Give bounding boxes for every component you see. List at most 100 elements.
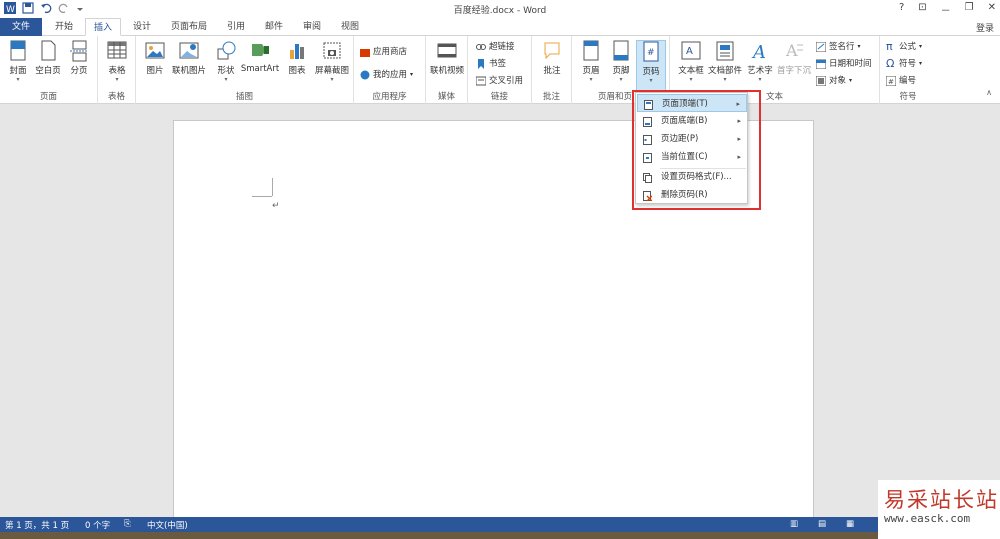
smartart-button[interactable]: SmartArt	[240, 40, 280, 74]
link-icon	[476, 42, 486, 52]
video-icon	[437, 40, 457, 62]
group-illustrations: 图片 联机图片 形状 ▾ SmartArt 图表 屏幕截图 ▾ 插图	[136, 36, 354, 104]
dropcap-icon: A	[784, 40, 804, 62]
tab-design[interactable]: 设计	[126, 18, 158, 36]
my-apps-button[interactable]: 我的应用 ▾	[360, 69, 413, 81]
bookmark-button[interactable]: 书签	[476, 58, 506, 70]
chart-icon	[287, 40, 307, 62]
wordart-icon: A	[750, 40, 770, 63]
comment-icon	[542, 40, 562, 62]
group-label-comments: 批注	[542, 92, 560, 102]
group-label-pages: 页面	[39, 92, 57, 102]
number-button[interactable]: # 编号	[885, 75, 916, 87]
page-break-button[interactable]: 分页	[64, 40, 94, 76]
help-button[interactable]: ?	[899, 2, 904, 17]
online-picture-button[interactable]: 联机图片	[169, 40, 209, 76]
group-label-apps: 应用程序	[372, 92, 407, 102]
collapse-ribbon-icon[interactable]: ∧	[986, 88, 992, 97]
group-label-illustrations: 插图	[235, 92, 253, 102]
status-language[interactable]: 中文(中国)	[147, 519, 188, 531]
tab-view[interactable]: 视图	[334, 18, 366, 36]
online-video-button[interactable]: 联机视频	[428, 40, 466, 76]
group-label-links: 链接	[490, 92, 508, 102]
dropcap-button[interactable]: A 首字下沉	[774, 40, 814, 76]
tab-review[interactable]: 审阅	[296, 18, 328, 36]
read-mode-icon[interactable]: ▥	[790, 519, 798, 529]
print-layout-icon[interactable]: ▤	[818, 519, 826, 529]
group-label-media: 媒体	[437, 92, 455, 102]
picture-icon	[145, 40, 165, 62]
pi-icon: π	[886, 40, 893, 53]
document-area[interactable]: ↵	[0, 105, 1000, 520]
cover-page-icon	[8, 40, 28, 62]
tab-home[interactable]: 开始	[48, 18, 80, 36]
textbox-icon: A	[681, 40, 701, 62]
tab-file[interactable]: 文件	[0, 18, 42, 36]
omega-icon: Ω	[886, 57, 895, 70]
status-word-count[interactable]: 0 个字	[85, 519, 110, 531]
page-break-icon	[69, 40, 89, 62]
svg-text:A: A	[686, 46, 693, 57]
footer-button[interactable]: 页脚 ▾	[606, 40, 636, 83]
cross-reference-button[interactable]: 交叉引用	[475, 75, 523, 87]
app-store-button[interactable]: 应用商店	[360, 46, 407, 58]
screenshot-button[interactable]: 屏幕截图 ▾	[312, 40, 352, 83]
signature-line-button[interactable]: 签名行 ▾	[815, 41, 861, 53]
quick-parts-icon	[715, 40, 735, 62]
svg-text:A: A	[785, 41, 798, 60]
group-label-symbols: 符号	[899, 92, 917, 102]
status-page-count[interactable]: 第 1 页，共 1 页	[5, 519, 69, 531]
header-button[interactable]: 页眉 ▾	[576, 40, 606, 83]
tab-references[interactable]: 引用	[220, 18, 252, 36]
cross-reference-icon	[475, 76, 487, 86]
sign-in-link[interactable]: 登录	[976, 21, 994, 34]
group-apps: 应用商店 我的应用 ▾ 应用程序	[354, 36, 426, 104]
object-icon	[815, 75, 827, 87]
hyperlink-button[interactable]: 超链接	[476, 41, 515, 53]
crop-mark-vertical	[272, 178, 273, 196]
picture-button[interactable]: 图片	[140, 40, 170, 76]
header-icon	[581, 40, 601, 62]
window-controls: ? ⊡ － ❐ ✕	[899, 2, 996, 17]
wordart-button[interactable]: A 艺术字 ▾	[744, 40, 776, 83]
blank-page-icon	[38, 40, 58, 62]
symbol-button[interactable]: Ω 符号 ▾	[886, 58, 922, 70]
proofing-icon[interactable]: ⎘	[124, 519, 131, 529]
restore-button[interactable]: ❐	[965, 2, 974, 17]
svg-text:#: #	[888, 78, 894, 86]
shapes-button[interactable]: 形状 ▾	[211, 40, 241, 83]
textbox-button[interactable]: A 文本框 ▾	[674, 40, 708, 83]
page-number-button[interactable]: # 页码 ▾	[636, 40, 666, 94]
paragraph-mark: ↵	[272, 201, 280, 211]
tab-layout[interactable]: 页面布局	[164, 18, 214, 36]
title-bar: W 百度经验.docx - Word ? ⊡ － ❐ ✕	[0, 0, 1000, 18]
close-button[interactable]: ✕	[988, 2, 996, 17]
chart-button[interactable]: 图表	[282, 40, 312, 76]
tab-insert[interactable]: 插入	[85, 18, 121, 36]
status-bar: 第 1 页，共 1 页 0 个字 ⎘ 中文(中国) ▥ ▤ ▦	[0, 517, 1000, 532]
quick-parts-button[interactable]: 文档部件 ▾	[706, 40, 744, 83]
group-media: 联机视频 媒体	[426, 36, 468, 104]
comment-button[interactable]: 批注	[537, 40, 567, 76]
tab-mailings[interactable]: 邮件	[258, 18, 290, 36]
shapes-icon	[216, 40, 236, 62]
window-title: 百度经验.docx - Word	[453, 6, 547, 16]
group-label-tables: 表格	[107, 92, 125, 102]
blank-page-button[interactable]: 空白页	[33, 40, 63, 76]
store-icon	[360, 47, 370, 57]
ribbon-display-button[interactable]: ⊡	[918, 2, 926, 17]
table-button[interactable]: 表格 ▾	[102, 40, 132, 83]
online-picture-icon	[179, 40, 199, 62]
date-time-button[interactable]: 日期和时间	[815, 58, 872, 70]
group-symbols: π 公式 ▾ Ω 符号 ▾ # 编号 符号	[880, 36, 936, 104]
minimize-button[interactable]: －	[941, 2, 951, 17]
watermark-title: 易采站长站	[884, 488, 999, 512]
cover-page-button[interactable]: 封面 ▾	[3, 40, 33, 83]
ribbon: 封面 ▾ 空白页 分页 页面 表格 ▾ 表格 图片 联机图片 形状 ▾ Smar…	[0, 36, 1000, 104]
screenshot-icon	[322, 40, 342, 62]
equation-button[interactable]: π 公式 ▾	[886, 41, 922, 53]
object-button[interactable]: 对象 ▾	[815, 75, 852, 87]
svg-text:A: A	[751, 42, 766, 62]
web-layout-icon[interactable]: ▦	[846, 519, 854, 529]
number-icon: #	[885, 75, 897, 87]
